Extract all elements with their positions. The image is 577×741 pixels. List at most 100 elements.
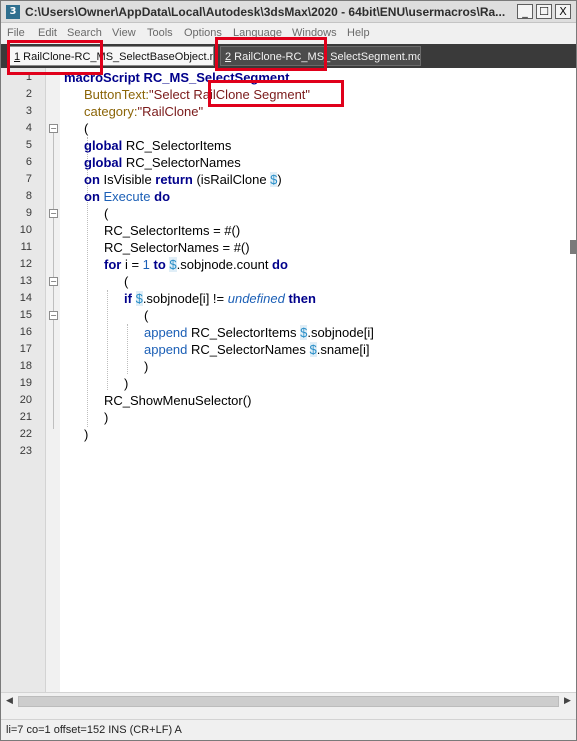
keyword: then [284,291,316,306]
scroll-right-icon[interactable]: ▶ [561,695,574,708]
fold-toggle-icon[interactable]: − [49,209,58,218]
keyword: if [124,291,132,306]
code-text: RC_SelectorItems [187,325,301,340]
line-number: 20 [19,394,32,406]
code-line-14: if $.sobjnode[i] != undefined then [124,290,316,307]
code-line-22: ) [84,427,89,442]
code-line-3: category:"RailClone" [84,103,203,120]
indent-guide [127,324,128,374]
line-number: 18 [19,360,32,372]
code-text: .sobjnode[i] != [142,291,228,306]
scroll-left-icon[interactable]: ◀ [3,695,16,708]
editor-window: 3 C:\Users\Owner\AppData\Local\Autodesk\… [0,0,577,741]
menu-edit[interactable]: Edit [38,27,57,39]
vertical-scrollbar-thumb[interactable] [570,240,576,254]
line-number: 19 [19,377,32,389]
app-icon: 3 [6,5,20,19]
code-line-8: on Execute do [84,188,170,205]
close-button[interactable]: X [555,4,571,19]
code-line-9: ( [104,206,109,221]
highlight-box-button-text [208,80,344,107]
window-title: C:\Users\Owner\AppData\Local\Autodesk\3d… [25,5,506,19]
code-text: (isRailClone [192,172,271,187]
code-line-10: RC_SelectorItems = #() [104,222,240,239]
undefined-keyword: undefined [227,291,285,306]
line-number: 11 [20,241,32,253]
menu-file[interactable]: File [7,27,25,39]
line-number: 4 [25,122,32,134]
code-line-15: ( [144,308,149,323]
code-line-7: on IsVisible return (isRailClone $) [84,171,282,188]
code-line-12: for i = 1 to $.sobjnode.count do [104,256,288,273]
line-number: 23 [19,445,32,457]
line-number: 14 [19,292,32,304]
keyword: for [104,257,122,272]
keyword: on [84,189,100,204]
code-line-20: RC_ShowMenuSelector() [104,393,252,408]
code-text: RC_SelectorNames = [104,240,234,255]
code-line-6: global RC_SelectorNames [84,154,241,171]
keyword: do [154,189,171,204]
line-number: 7 [25,173,32,185]
code-text: RC_SelectorItems = [104,223,225,238]
status-bar: li=7 co=1 offset=152 INS (CR+LF) A [1,719,576,740]
code-text: IsVisible [99,172,156,187]
menu-tools[interactable]: Tools [147,27,173,39]
keyword: to [149,257,170,272]
code-text: i = [121,257,143,272]
keyword: return [155,172,193,187]
line-number: 16 [19,326,32,338]
fold-toggle-icon[interactable]: − [49,311,58,320]
line-number: 12 [19,258,32,270]
code-text: RC_SelectorItems [122,138,232,153]
line-number: 13 [19,275,32,287]
highlight-box-tab-1 [7,40,103,75]
code-text: #() [233,240,250,255]
horizontal-scrollbar-thumb[interactable] [18,696,559,707]
function-name: append [144,342,188,357]
event-name: Execute [103,189,151,204]
code-text: RC_SelectorNames [122,155,241,170]
maximize-button[interactable]: ☐ [536,4,552,19]
line-number: 2 [25,88,32,100]
line-number: 21 [19,411,32,423]
menu-search[interactable]: Search [67,27,102,39]
minimize-button[interactable]: _ [517,4,533,19]
property: ButtonText: [84,87,150,102]
keyword: do [272,257,288,272]
dollar-token: $ [309,342,317,357]
keyword: on [84,172,100,187]
title-bar[interactable]: 3 C:\Users\Owner\AppData\Local\Autodesk\… [1,1,576,23]
fold-toggle-icon[interactable]: − [49,124,58,133]
line-number: 15 [19,309,32,321]
code-text: .sobjnode[i] [307,325,374,340]
status-text: li=7 co=1 offset=152 INS (CR+LF) A [6,724,182,736]
line-number: 17 [19,343,32,355]
indent-guide [107,290,108,390]
line-number: 5 [25,139,32,151]
keyword: global [84,138,123,153]
fold-toggle-icon[interactable]: − [49,277,58,286]
keyword: global [84,155,123,170]
menu-view[interactable]: View [112,27,136,39]
menu-help[interactable]: Help [347,27,370,39]
code-line-5: global RC_SelectorItems [84,137,231,154]
line-number-gutter: 1 2 3 4 5 6 7 8 9 10 11 12 13 14 15 16 1… [1,68,46,692]
code-text: .sobjnode.count [176,257,273,272]
code-text: .sname[i] [316,342,370,357]
horizontal-scrollbar[interactable]: ◀ ▶ [1,692,576,709]
property: category: [84,104,138,119]
code-line-21: ) [104,410,109,425]
dollar-token: $ [169,257,177,272]
code-line-13: ( [124,274,129,289]
line-number: 22 [19,428,32,440]
highlight-box-tab-2 [215,37,327,71]
line-number: 6 [25,156,32,168]
line-number: 10 [19,224,32,236]
code-editor[interactable]: 1 2 3 4 5 6 7 8 9 10 11 12 13 14 15 16 1… [1,68,576,692]
code-text: ) [277,172,282,187]
code-text: RC_SelectorNames [187,342,310,357]
line-number: 9 [25,207,32,219]
code-line-11: RC_SelectorNames = #() [104,239,250,256]
function-name: append [144,325,188,340]
